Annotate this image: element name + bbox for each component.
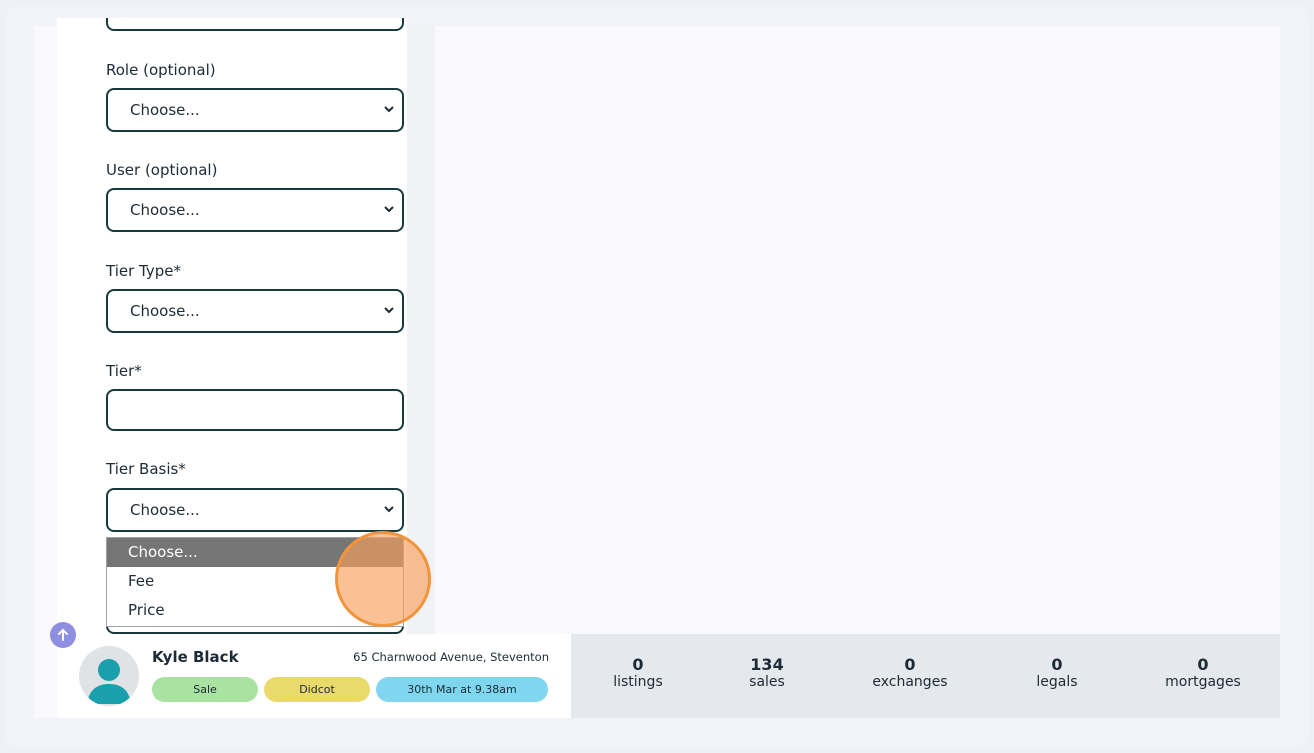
stat-label: sales — [749, 674, 785, 690]
arrow-up-icon — [58, 628, 68, 641]
tier-input[interactable] — [106, 389, 404, 431]
stat-value: 134 — [750, 655, 784, 674]
previous-field-bottom[interactable] — [106, 18, 404, 31]
role-select[interactable]: Choose... — [106, 88, 404, 132]
tier-type-select[interactable]: Choose... — [106, 289, 404, 333]
stat-value: 0 — [1051, 655, 1063, 674]
stats-bar: 0 listings 134 sales 0 exchanges 0 legal… — [571, 634, 1280, 718]
tier-label: Tier* — [106, 362, 142, 380]
stat-label: mortgages — [1165, 674, 1241, 690]
stat-label: legals — [1036, 674, 1078, 690]
role-select-value: Choose... — [130, 101, 200, 119]
tier-basis-select[interactable]: Choose... — [106, 488, 404, 532]
user-select[interactable]: Choose... — [106, 188, 404, 232]
stat-mortgages: 0 mortgages — [1143, 656, 1263, 691]
user-select-value: Choose... — [130, 201, 200, 219]
tier-basis-select-value: Choose... — [130, 501, 200, 519]
stat-value: 0 — [904, 655, 916, 674]
tier-type-select-value: Choose... — [130, 302, 200, 320]
stat-exchanges: 0 exchanges — [850, 656, 970, 691]
stat-legals: 0 legals — [997, 656, 1117, 691]
chevron-down-icon — [384, 506, 394, 513]
user-avatar-icon — [79, 646, 139, 706]
property-address: 65 Charnwood Avenue, Steventon — [353, 650, 549, 664]
stat-label: listings — [613, 674, 663, 690]
stat-label: exchanges — [872, 674, 948, 690]
role-label: Role (optional) — [106, 61, 216, 79]
chevron-down-icon — [384, 106, 394, 113]
chevron-down-icon — [384, 307, 394, 314]
stat-listings: 0 listings — [578, 656, 698, 691]
agent-name: Kyle Black — [152, 648, 239, 666]
tier-basis-label: Tier Basis* — [106, 460, 186, 478]
stat-value: 0 — [1197, 655, 1209, 674]
stat-value: 0 — [632, 655, 644, 674]
chevron-down-icon — [384, 206, 394, 213]
agent-card: Kyle Black 65 Charnwood Avenue, Stevento… — [57, 634, 571, 718]
date-badge: 30th Mar at 9.38am — [376, 677, 548, 702]
scroll-top-button[interactable] — [50, 622, 76, 648]
tier-type-label: Tier Type* — [106, 262, 181, 280]
user-label: User (optional) — [106, 161, 218, 179]
click-indicator — [335, 531, 431, 627]
stat-sales: 134 sales — [707, 656, 827, 691]
app-area: Role (optional) Choose... User (optional… — [34, 18, 1280, 718]
sale-badge: Sale — [152, 677, 258, 702]
location-badge: Didcot — [264, 677, 370, 702]
